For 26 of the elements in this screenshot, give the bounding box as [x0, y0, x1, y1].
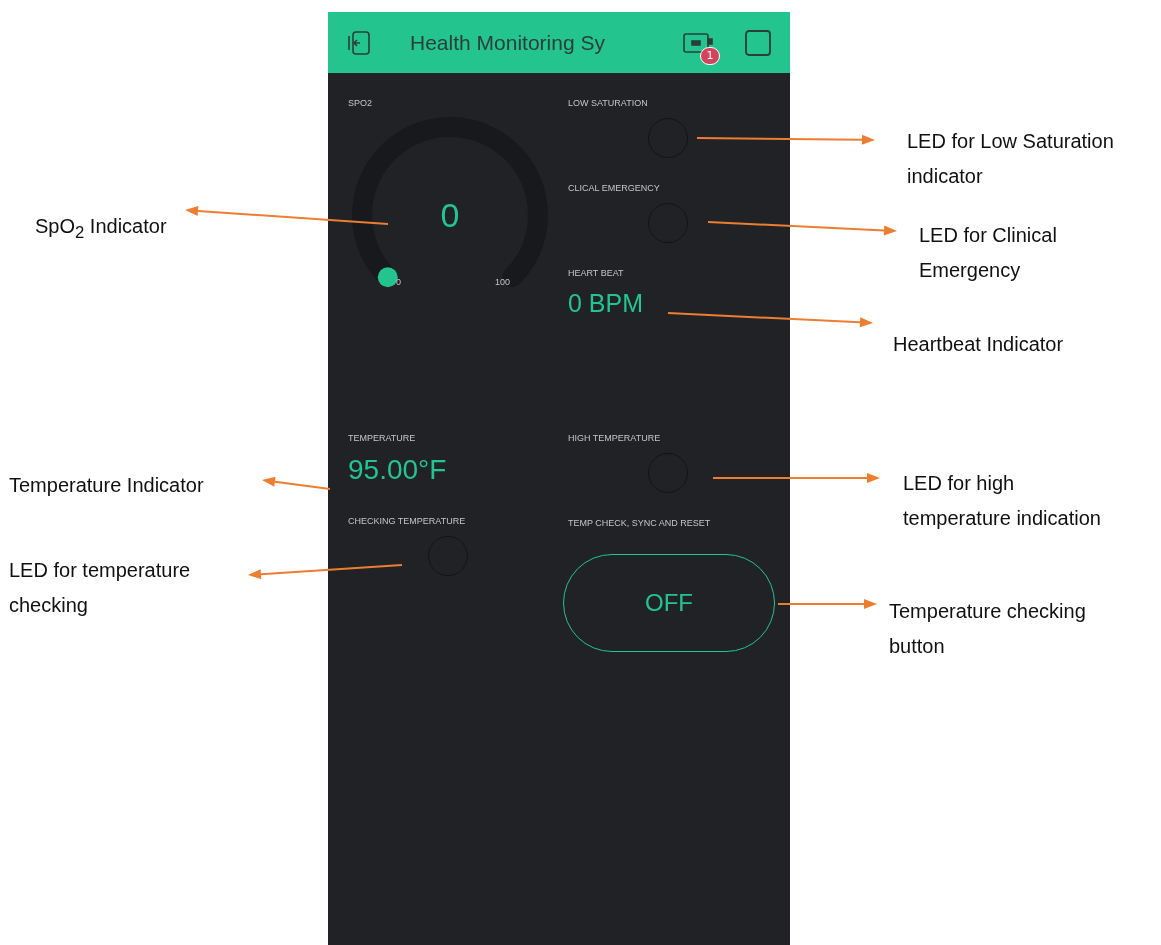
- gauge-max: 100: [495, 277, 511, 287]
- annotation-text: Heartbeat Indicator: [893, 332, 1064, 357]
- annotation-text: LED for temperature checking: [9, 558, 191, 618]
- gauge-indicator: [377, 267, 398, 288]
- square-icon[interactable]: [744, 28, 772, 57]
- project-title: Health Monitoring Sy: [410, 30, 606, 55]
- widget-label: CHECKING TEMPERATURE: [348, 515, 466, 527]
- annotation-text: LED for Clinical Emergency: [919, 223, 1057, 283]
- gauge-min: 0: [396, 277, 401, 287]
- widget-label: SPO2: [348, 97, 372, 109]
- widget-label: CLICAL EMERGENCY: [568, 182, 660, 194]
- annotation-text: Temperature checking button: [889, 599, 1086, 659]
- value-display: 95.00°F: [348, 454, 447, 486]
- notification-badge: 1: [700, 46, 720, 65]
- widget-label: TEMP CHECK, SYNC AND RESET: [568, 517, 711, 529]
- annotation-text: LED for Low Saturation indicator: [907, 129, 1114, 189]
- widget-label: HIGH TEMPERATURE: [568, 432, 661, 444]
- gauge-value: 0: [440, 196, 460, 235]
- annotation-text: LED for high temperature indication: [903, 471, 1101, 531]
- annotation-text: SpO$_{2}$ Indicator: [35, 214, 167, 244]
- widget-label: TEMPERATURE: [348, 432, 416, 444]
- arrow: [262, 476, 331, 490]
- widget-label: HEART BEAT: [568, 267, 624, 279]
- annotation-text: Temperature Indicator: [9, 473, 204, 498]
- value-display: 0 BPM: [568, 289, 644, 318]
- widget-label: LOW SATURATION: [568, 97, 648, 109]
